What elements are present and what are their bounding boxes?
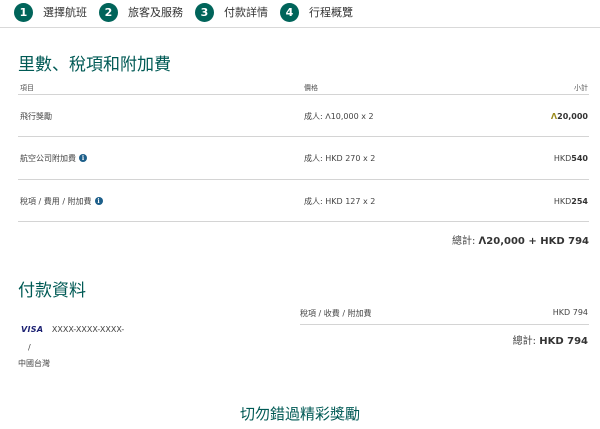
currency-label: HKD [553,153,572,163]
info-icon[interactable]: i [79,154,87,162]
tax-value: HKD 794 [552,308,588,317]
billing-country: 中國台灣 [18,359,50,368]
fee-item-price: 成人: HKD 270 x 2 [304,153,376,163]
step-payment-details[interactable]: 3 付款詳情 [195,2,268,22]
visa-logo-icon: VISA [21,325,44,334]
divider [300,324,589,325]
payment-total: 總計: HKD 794 [513,332,588,347]
divider [18,179,589,180]
step-select-flight[interactable]: 1 選擇航班 [14,2,87,22]
divider [18,221,589,222]
step-label: 行程概覽 [309,6,353,19]
step-number: 2 [99,2,118,22]
tax-label: 稅項 / 收費 / 附加費 [300,309,372,318]
card-info: VISA XXXX-XXXX-XXXX- [21,325,124,334]
total-label: 總計: [512,336,537,347]
fee-item-text: 稅項 / 費用 / 附加費 [20,196,92,206]
column-header-subtotal: 小計 [574,84,588,92]
info-icon[interactable]: i [94,197,103,205]
fee-item-text: 航空公司附加費 [20,153,76,163]
subtotal-value: 540 [571,153,588,163]
booking-steps: 1 選擇航班 2 旅客及服務 3 付款詳情 4 行程概覽 [0,0,600,28]
fee-item-price: 成人: ᐱ10,000 x 2 [304,111,374,121]
fee-item-price: 成人: HKD 127 x 2 [304,196,376,206]
fee-item-subtotal: HKD 254 [554,195,588,207]
step-number: 1 [14,2,33,22]
step-itinerary-summary[interactable]: 4 行程概覽 [280,2,353,22]
total-value: ᐱ20,000 + HKD 794 [478,236,589,247]
card-number: XXXX-XXXX-XXXX- [51,325,125,334]
subtotal-value: 20,000 [557,111,588,121]
currency-label: HKD [553,196,572,206]
subtotal-value: 254 [571,196,588,206]
divider [18,136,589,137]
total-value: HKD 794 [539,336,588,347]
fee-item-subtotal: HKD 540 [554,152,588,164]
fee-item-label: 航空公司附加費 i [20,152,87,164]
card-expiry: / [28,343,31,352]
step-label: 選擇航班 [43,6,87,19]
step-passengers-services[interactable]: 2 旅客及服務 [99,2,183,22]
total-label: 總計: [451,236,476,247]
step-label: 付款詳情 [224,6,268,19]
fee-item-label: 飛行獎勵 [20,111,52,121]
column-header-item: 項目 [20,84,34,92]
payment-section-title: 付款資料 [18,281,86,301]
fee-item-subtotal: ᐱ 20,000 [551,110,588,122]
step-number: 4 [280,2,299,22]
column-header-price: 價格 [304,84,318,92]
step-label: 旅客及服務 [128,6,183,19]
divider [18,94,589,95]
fee-item-label: 稅項 / 費用 / 附加費 i [20,195,103,207]
step-number: 3 [195,2,214,22]
promo-title: 切勿錯過精彩獎勵 [239,405,360,423]
fees-section-title: 里數、稅項和附加費 [18,55,171,75]
fees-total: 總計: ᐱ20,000 + HKD 794 [452,232,589,247]
